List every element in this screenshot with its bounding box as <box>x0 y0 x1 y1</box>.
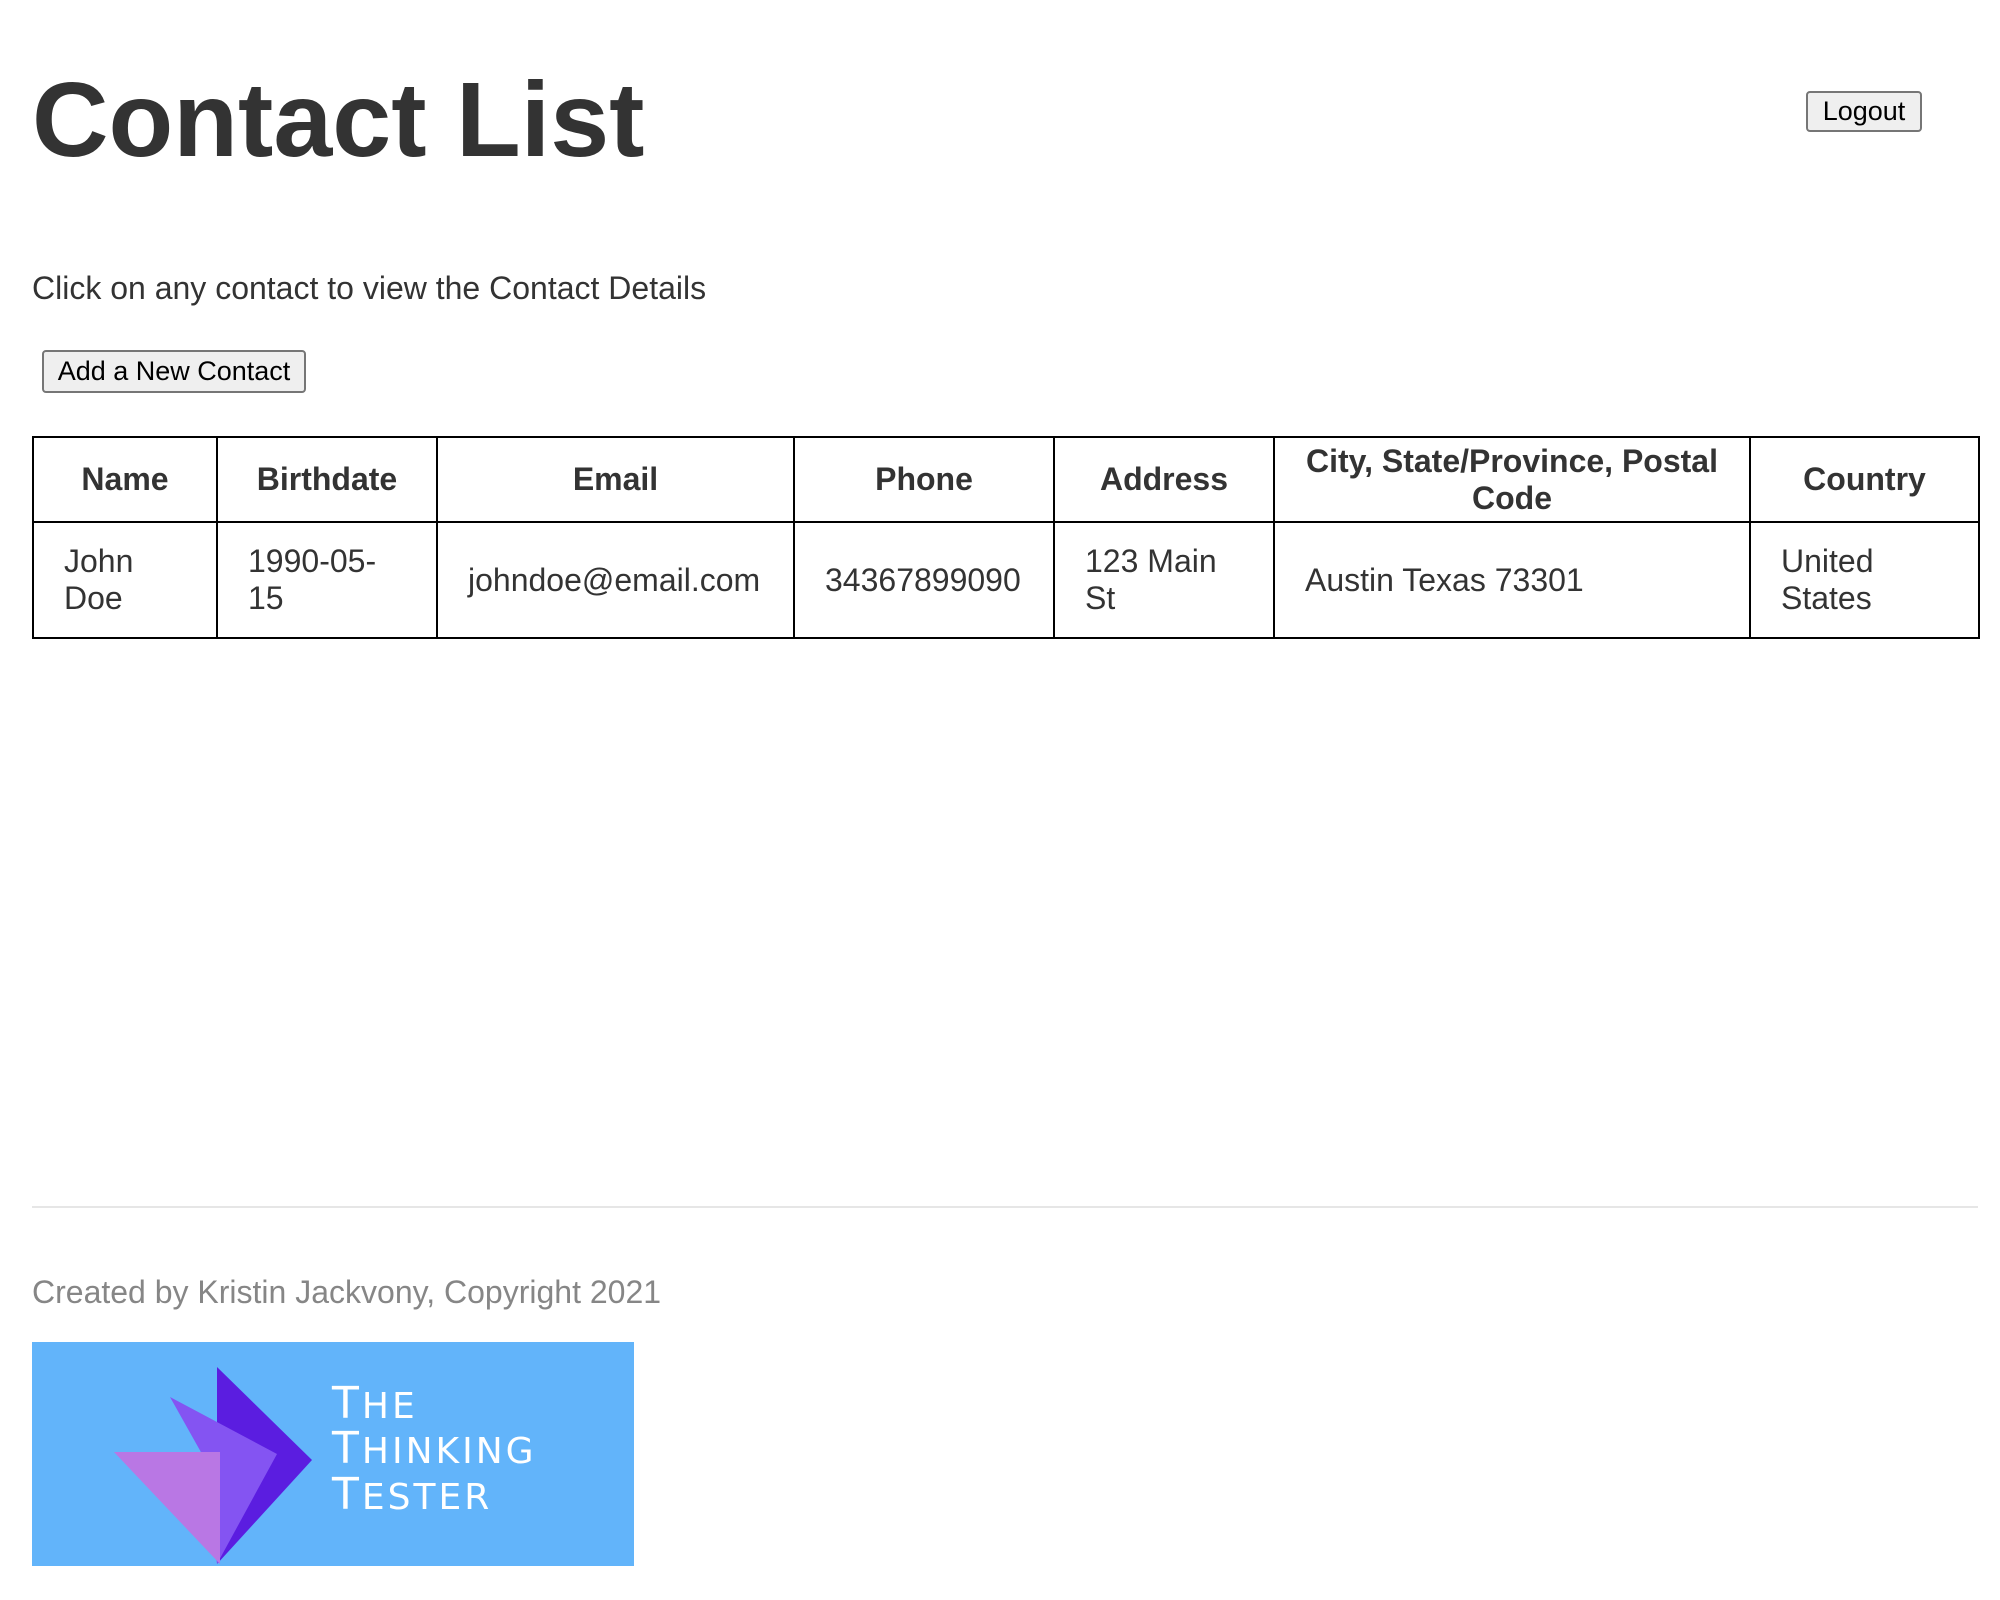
logo-light-triangle <box>114 1452 220 1564</box>
contact-city-state-postal-cell[interactable]: Austin Texas 73301 <box>1273 521 1751 639</box>
thinking-tester-logo-graphic: THE THINKING TESTER <box>114 1367 537 1564</box>
page-title: Contact List <box>32 61 645 179</box>
table-header-row: Name Birthdate Email Phone Address City,… <box>32 436 1980 523</box>
column-header-city-state-postal: City, State/Province, Postal Code <box>1273 436 1751 523</box>
logo-line3-cap: T <box>331 1469 362 1520</box>
logo-line2-cap: T <box>331 1423 362 1474</box>
contact-email-cell[interactable]: johndoe@email.com <box>436 521 795 639</box>
contact-name-cell[interactable]: John Doe <box>32 521 218 639</box>
contact-phone-cell[interactable]: 34367899090 <box>793 521 1055 639</box>
logo-text-line2: THINKING <box>331 1423 537 1474</box>
column-header-email: Email <box>436 436 795 523</box>
logo-text-line1: THE <box>331 1378 418 1429</box>
instructions-text: Click on any contact to view the Contact… <box>32 270 707 306</box>
logo-line2-rest: HINKING <box>362 1431 537 1472</box>
page: Contact List Logout Click on any contact… <box>32 0 1980 1600</box>
column-header-country: Country <box>1749 436 1980 523</box>
contact-row[interactable]: John Doe 1990-05-15 johndoe@email.com 34… <box>32 521 1980 639</box>
column-header-name: Name <box>32 436 218 523</box>
footer-divider <box>32 1206 1978 1208</box>
add-contact-button[interactable]: Add a New Contact <box>42 350 306 393</box>
logout-button[interactable]: Logout <box>1806 91 1922 132</box>
thinking-tester-logo: THE THINKING TESTER <box>32 1342 634 1566</box>
logo-text-line3: TESTER <box>331 1469 492 1520</box>
contact-country-cell[interactable]: United States <box>1749 521 1980 639</box>
logo-line1-cap: T <box>331 1378 362 1429</box>
logo-line3-rest: ESTER <box>362 1477 492 1518</box>
contact-birthdate-cell[interactable]: 1990-05-15 <box>216 521 438 639</box>
contact-address-cell[interactable]: 123 Main St <box>1053 521 1275 639</box>
column-header-phone: Phone <box>793 436 1055 523</box>
footer-credit: Created by Kristin Jackvony, Copyright 2… <box>32 1274 662 1310</box>
contacts-table: Name Birthdate Email Phone Address City,… <box>32 436 1980 639</box>
column-header-birthdate: Birthdate <box>216 436 438 523</box>
logo-line1-rest: HE <box>362 1386 418 1427</box>
column-header-address: Address <box>1053 436 1275 523</box>
